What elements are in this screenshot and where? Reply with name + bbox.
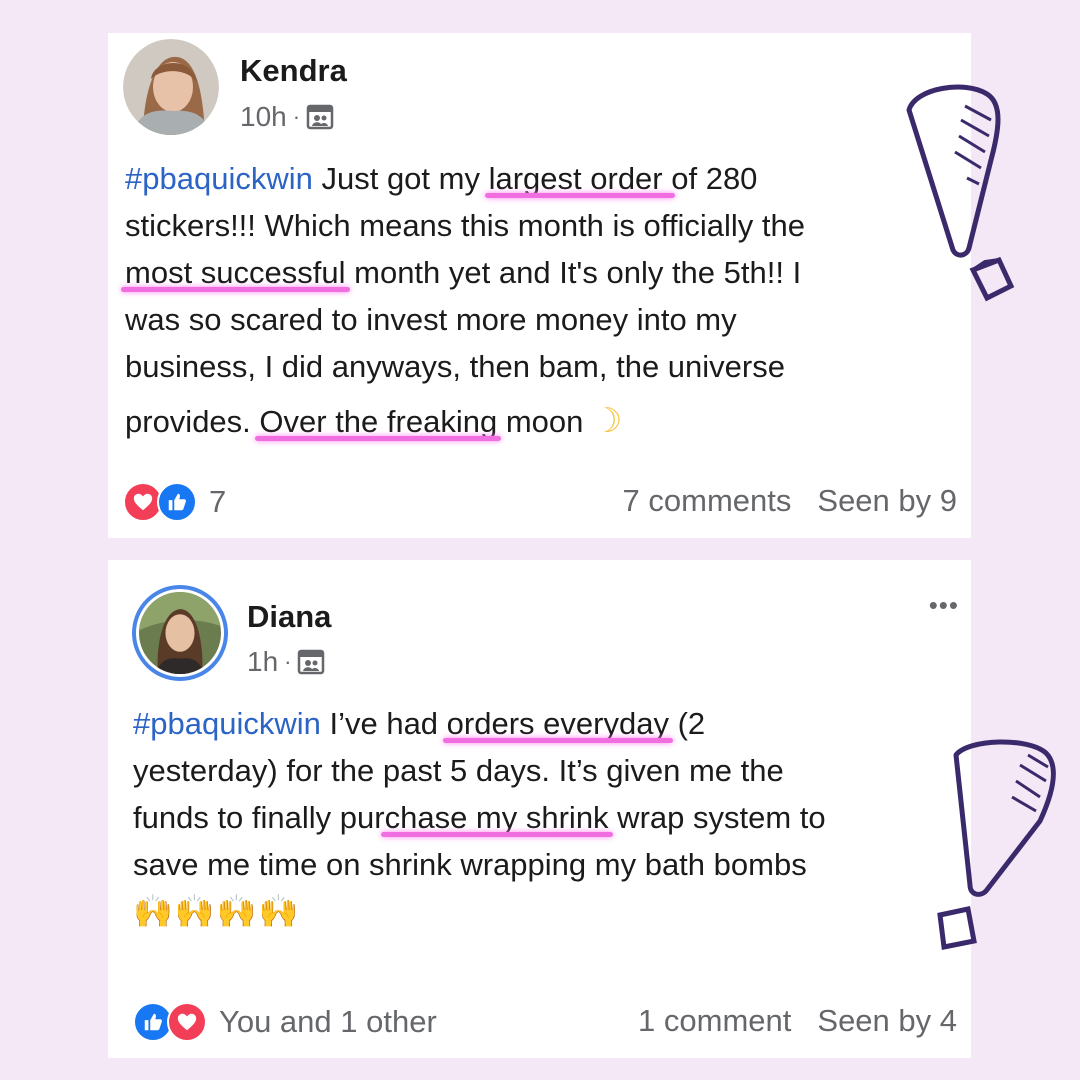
- post-meta: 10h ·: [240, 101, 334, 133]
- author-name[interactable]: Kendra: [240, 53, 347, 89]
- exclamation-doodle-icon: [906, 84, 1015, 302]
- group-icon: [306, 104, 334, 130]
- reaction-count: 7: [209, 484, 227, 519]
- group-icon: [298, 649, 325, 675]
- hashtag-link[interactable]: #pbaquickwin: [125, 161, 313, 196]
- post-line: stickers!!! Which means this month is of…: [125, 208, 805, 243]
- exclamation-doodle-icon: [937, 739, 1056, 950]
- post-card-diana: Diana 1h · ••• #pbaquickwin I’ve had ord…: [108, 560, 971, 1058]
- crescent-moon-icon: ☽: [591, 401, 623, 441]
- post-line: 🙌🙌🙌🙌: [133, 888, 826, 935]
- highlighted-text: most successful: [125, 255, 346, 290]
- hashtag-link[interactable]: #pbaquickwin: [133, 706, 321, 741]
- post-stats: 7 comments Seen by 9: [623, 483, 957, 519]
- comments-link[interactable]: 7 comments: [623, 483, 792, 519]
- highlighted-text: orders everyday: [446, 706, 669, 741]
- post-line: funds to finally purchase my shrink wrap…: [133, 800, 826, 835]
- post-line: business, I did anyways, then bam, the u…: [125, 349, 785, 384]
- profile-photo-icon: [139, 592, 221, 674]
- more-options-icon[interactable]: •••: [929, 590, 959, 621]
- post-meta: 1h ·: [247, 646, 325, 678]
- profile-photo-icon: [123, 39, 219, 135]
- post-body: #pbaquickwin I’ve had orders everyday (2…: [133, 700, 826, 935]
- highlighted-text: largest order: [488, 161, 672, 196]
- post-line: #pbaquickwin Just got my largest order o…: [125, 161, 758, 196]
- love-reaction-icon: [167, 1002, 207, 1042]
- post-body: #pbaquickwin Just got my largest order o…: [125, 155, 805, 445]
- highlighted-text: chase my shrink: [384, 800, 609, 835]
- post-stats: 1 comment Seen by 4: [638, 1003, 957, 1039]
- post-time[interactable]: 1h: [247, 646, 278, 678]
- reactions-label: You and 1 other: [219, 1004, 437, 1039]
- avatar-diana[interactable]: [132, 585, 228, 681]
- seen-by-link[interactable]: Seen by 4: [817, 1003, 957, 1039]
- post-line: save me time on shrink wrapping my bath …: [133, 847, 807, 882]
- raised-hands-icon: 🙌🙌🙌🙌: [133, 892, 301, 930]
- post-line: most successful month yet and It's only …: [125, 255, 802, 290]
- comments-link[interactable]: 1 comment: [638, 1003, 791, 1039]
- reactions-summary[interactable]: 7: [123, 482, 226, 522]
- like-reaction-icon: [157, 482, 197, 522]
- avatar-kendra[interactable]: [123, 39, 219, 135]
- post-line: #pbaquickwin I’ve had orders everyday (2: [133, 706, 706, 741]
- post-footer: 7 7 comments Seen by 9: [108, 477, 971, 527]
- post-line: yesterday) for the past 5 days. It’s giv…: [133, 753, 784, 788]
- highlighted-text: Over the freaking: [259, 404, 498, 439]
- author-name[interactable]: Diana: [247, 599, 331, 635]
- reactions-summary[interactable]: You and 1 other: [133, 1002, 437, 1042]
- meta-separator: ·: [292, 104, 301, 129]
- seen-by-link[interactable]: Seen by 9: [817, 483, 957, 519]
- post-card-kendra: Kendra 10h · #pbaquickwin Just got my la…: [108, 33, 971, 538]
- post-line: provides. Over the freaking moon ☽: [125, 401, 623, 441]
- post-time[interactable]: 10h: [240, 101, 287, 133]
- post-footer: You and 1 other 1 comment Seen by 4: [108, 997, 971, 1047]
- post-line: was so scared to invest more money into …: [125, 302, 737, 337]
- meta-separator: ·: [284, 649, 292, 674]
